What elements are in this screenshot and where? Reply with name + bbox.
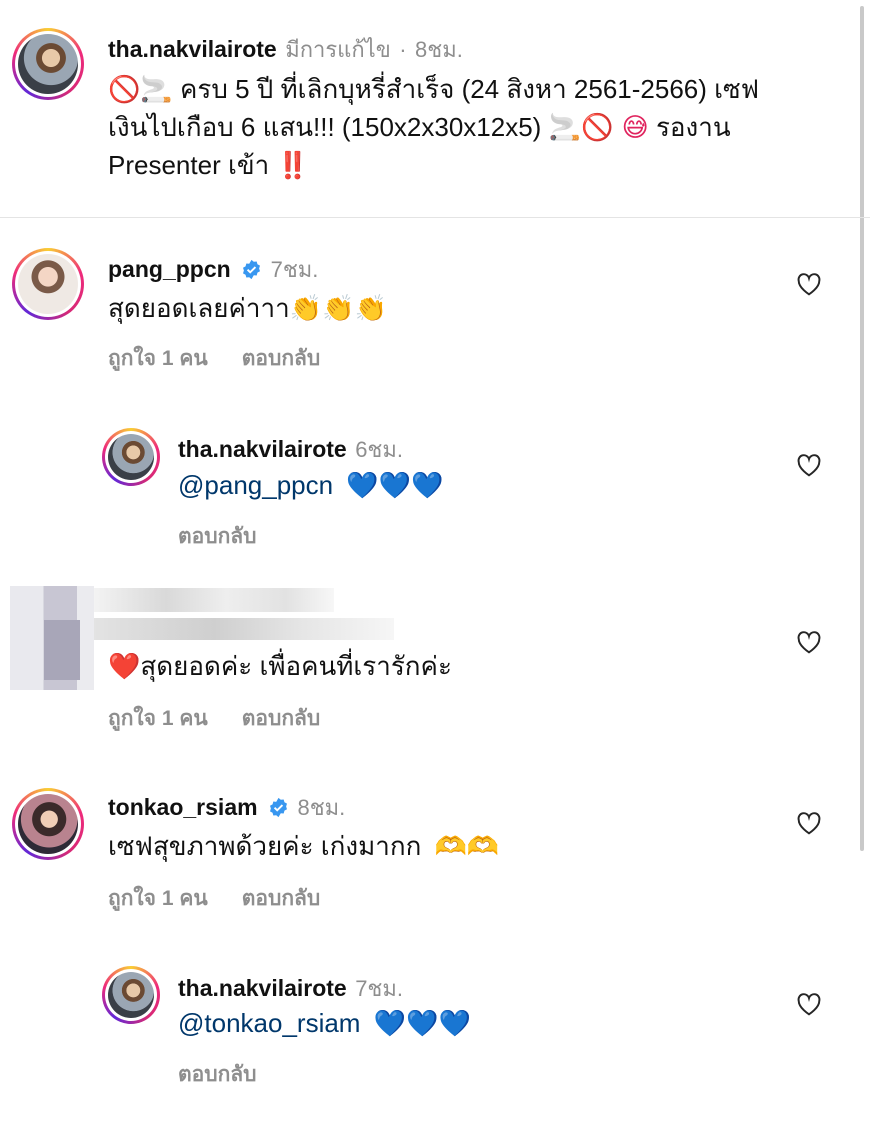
avatar[interactable] <box>12 248 84 320</box>
reply-button[interactable]: ตอบกลับ <box>242 707 321 730</box>
heart-hands-emoji: 🫶🫶 <box>434 832 500 862</box>
heart-outline-icon[interactable] <box>796 630 822 654</box>
reply-button[interactable]: ตอบกลับ <box>242 887 321 910</box>
reply-time: 6ชม. <box>355 437 403 462</box>
heart-outline-icon[interactable] <box>796 453 822 477</box>
reply-username[interactable]: tha.nakvilairote <box>178 975 347 1001</box>
heart-outline-icon[interactable] <box>796 992 822 1016</box>
comment-time: 7ชม. <box>270 257 319 282</box>
double-exclamation-emoji: ‼️ <box>276 151 309 181</box>
likes-count[interactable]: ถูกใจ 1 คน <box>108 347 208 370</box>
caption-line-1: ครบ 5 ปี ที่เลิกบุหรี่สำเร็จ (24 สิงหา 2… <box>179 74 760 104</box>
verified-badge-icon <box>270 797 288 818</box>
heart-outline-icon[interactable] <box>796 272 822 296</box>
caption-emoji-group: 🚬🚫 😅 <box>548 113 649 143</box>
reply-button[interactable]: ตอบกลับ <box>178 525 257 548</box>
comment-text: สุดยอดเลยค่าาา <box>108 293 290 323</box>
avatar[interactable] <box>12 28 84 100</box>
comment-text: สุดยอดค่ะ เพื่อคนที่เรารักค่ะ <box>140 651 452 681</box>
blue-heart-emoji: 💙💙💙 <box>346 471 444 501</box>
comment-text: เซฟสุขภาพด้วยค่ะ เก่งมากก <box>108 831 422 861</box>
caption-line-2-end: รองาน <box>655 112 731 142</box>
verified-badge-icon <box>243 259 261 280</box>
separator-dot: · <box>399 37 407 62</box>
caption-username[interactable]: tha.nakvilairote <box>108 36 277 62</box>
comment-username[interactable]: tonkao_rsiam <box>108 794 258 820</box>
blurred-avatar-center <box>44 620 80 680</box>
reply-time: 7ชม. <box>355 976 403 1001</box>
post-time: 8ชม. <box>415 37 463 62</box>
reply-button[interactable]: ตอบกลับ <box>178 1063 257 1086</box>
reply-username[interactable]: tha.nakvilairote <box>178 436 347 462</box>
likes-count[interactable]: ถูกใจ 1 คน <box>108 887 208 910</box>
reply-button[interactable]: ตอบกลับ <box>242 347 321 370</box>
caption-text: 🚫🚬 ครบ 5 ปี ที่เลิกบุหรี่สำเร็จ (24 สิงห… <box>108 71 828 185</box>
blue-heart-emoji: 💙💙💙 <box>373 1009 471 1039</box>
red-heart-emoji: ❤️ <box>108 652 141 682</box>
avatar[interactable] <box>12 788 84 860</box>
avatar[interactable] <box>102 428 160 486</box>
likes-count[interactable]: ถูกใจ 1 คน <box>108 707 208 730</box>
caption-line-2: เงินไปเกือบ 6 แสน!!! (150x2x30x12x5) <box>108 112 542 142</box>
comment-username[interactable]: pang_ppcn <box>108 256 231 282</box>
no-smoking-emoji: 🚫🚬 <box>108 75 173 105</box>
post-caption: tha.nakvilairote มีการแก้ไข · 8ชม. 🚫🚬 คร… <box>0 0 870 218</box>
mention-link[interactable]: @pang_ppcn <box>178 470 333 500</box>
blurred-username-lower <box>94 618 394 640</box>
comment-time: 8ชม. <box>297 795 346 820</box>
clap-emoji: 👏👏👏 <box>289 294 387 324</box>
mention-link[interactable]: @tonkao_rsiam <box>178 1008 360 1038</box>
blurred-username <box>94 588 334 612</box>
avatar[interactable] <box>102 966 160 1024</box>
edited-label: มีการแก้ไข <box>285 37 391 62</box>
caption-line-3: Presenter เข้า <box>108 150 270 180</box>
heart-outline-icon[interactable] <box>796 811 822 835</box>
